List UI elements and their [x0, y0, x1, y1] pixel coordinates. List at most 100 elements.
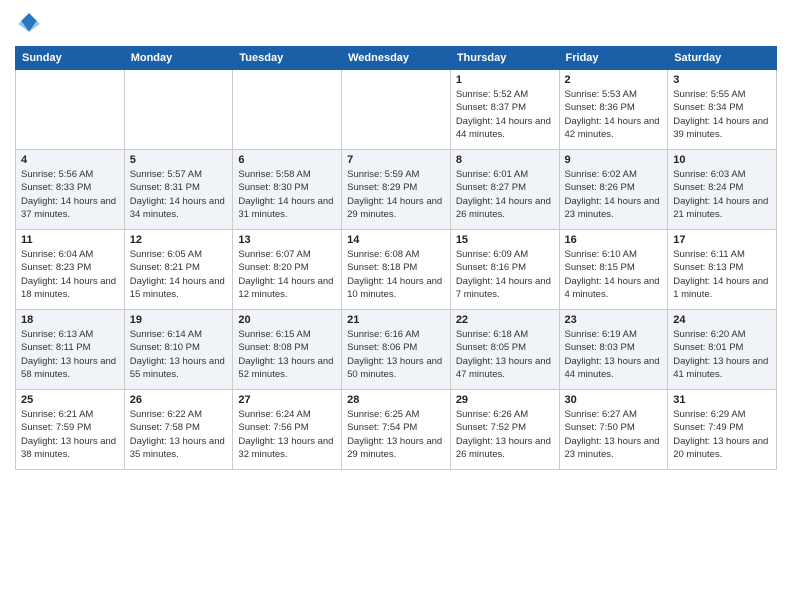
day-number: 28 — [347, 394, 445, 406]
day-cell: 11 Sunrise: 6:04 AMSunset: 8:23 PMDayligh… — [16, 230, 125, 310]
day-number: 11 — [21, 234, 119, 246]
week-row-3: 11 Sunrise: 6:04 AMSunset: 8:23 PMDayligh… — [16, 230, 777, 310]
day-number: 5 — [130, 154, 228, 166]
logo — [15, 10, 47, 38]
day-number: 18 — [21, 314, 119, 326]
day-info: Sunrise: 6:13 AMSunset: 8:11 PMDaylight:… — [21, 328, 119, 381]
day-info: Sunrise: 6:18 AMSunset: 8:05 PMDaylight:… — [456, 328, 554, 381]
day-info: Sunrise: 5:59 AMSunset: 8:29 PMDaylight:… — [347, 168, 445, 221]
day-number: 29 — [456, 394, 554, 406]
day-number: 21 — [347, 314, 445, 326]
day-cell: 14 Sunrise: 6:08 AMSunset: 8:18 PMDayligh… — [342, 230, 451, 310]
day-cell: 8Sunrise: 6:01 AMSunset: 8:27 PMDaylight… — [450, 150, 559, 230]
day-number: 13 — [238, 234, 336, 246]
day-info: Sunrise: 6:05 AMSunset: 8:21 PMDaylight:… — [130, 248, 228, 301]
day-number: 6 — [238, 154, 336, 166]
day-number: 1 — [456, 74, 554, 86]
day-number: 15 — [456, 234, 554, 246]
day-cell: 26 Sunrise: 6:22 AMSunset: 7:58 PMDayligh… — [124, 390, 233, 470]
week-row-4: 18 Sunrise: 6:13 AMSunset: 8:11 PMDayligh… — [16, 310, 777, 390]
day-info: Sunrise: 6:09 AMSunset: 8:16 PMDaylight:… — [456, 248, 554, 301]
day-info: Sunrise: 6:29 AMSunset: 7:49 PMDaylight:… — [673, 408, 771, 461]
day-info: Sunrise: 6:19 AMSunset: 8:03 PMDaylight:… — [565, 328, 663, 381]
day-info: Sunrise: 5:52 AMSunset: 8:37 PMDaylight:… — [456, 88, 554, 141]
day-cell: 4 Sunrise: 5:56 AMSunset: 8:33 PMDaylight… — [16, 150, 125, 230]
day-number: 12 — [130, 234, 228, 246]
day-number: 20 — [238, 314, 336, 326]
logo-icon — [15, 10, 43, 38]
day-cell — [342, 70, 451, 150]
day-number: 7 — [347, 154, 445, 166]
day-info: Sunrise: 6:07 AMSunset: 8:20 PMDaylight:… — [238, 248, 336, 301]
week-row-5: 25Sunrise: 6:21 AMSunset: 7:59 PMDayligh… — [16, 390, 777, 470]
day-info: Sunrise: 6:03 AMSunset: 8:24 PMDaylight:… — [673, 168, 771, 221]
day-number: 31 — [673, 394, 771, 406]
calendar-table: SundayMondayTuesdayWednesdayThursdayFrid… — [15, 46, 777, 470]
day-cell: 7 Sunrise: 5:59 AMSunset: 8:29 PMDaylight… — [342, 150, 451, 230]
weekday-header-monday: Monday — [124, 47, 233, 70]
weekday-header-saturday: Saturday — [668, 47, 777, 70]
day-info: Sunrise: 6:20 AMSunset: 8:01 PMDaylight:… — [673, 328, 771, 381]
weekday-header-tuesday: Tuesday — [233, 47, 342, 70]
day-number: 4 — [21, 154, 119, 166]
day-cell: 13 Sunrise: 6:07 AMSunset: 8:20 PMDayligh… — [233, 230, 342, 310]
day-cell: 6 Sunrise: 5:58 AMSunset: 8:30 PMDaylight… — [233, 150, 342, 230]
day-cell: 18 Sunrise: 6:13 AMSunset: 8:11 PMDayligh… — [16, 310, 125, 390]
day-cell: 20 Sunrise: 6:15 AMSunset: 8:08 PMDayligh… — [233, 310, 342, 390]
day-cell: 10 Sunrise: 6:03 AMSunset: 8:24 PMDayligh… — [668, 150, 777, 230]
day-cell: 17 Sunrise: 6:11 AMSunset: 8:13 PMDayligh… — [668, 230, 777, 310]
day-cell: 9 Sunrise: 6:02 AMSunset: 8:26 PMDaylight… — [559, 150, 668, 230]
day-cell: 23 Sunrise: 6:19 AMSunset: 8:03 PMDayligh… — [559, 310, 668, 390]
day-number: 16 — [565, 234, 663, 246]
day-number: 27 — [238, 394, 336, 406]
day-number: 19 — [130, 314, 228, 326]
day-number: 17 — [673, 234, 771, 246]
weekday-header-thursday: Thursday — [450, 47, 559, 70]
day-info: Sunrise: 5:56 AMSunset: 8:33 PMDaylight:… — [21, 168, 119, 221]
day-cell: 30 Sunrise: 6:27 AMSunset: 7:50 PMDayligh… — [559, 390, 668, 470]
day-cell: 21 Sunrise: 6:16 AMSunset: 8:06 PMDayligh… — [342, 310, 451, 390]
day-number: 30 — [565, 394, 663, 406]
day-info: Sunrise: 6:25 AMSunset: 7:54 PMDaylight:… — [347, 408, 445, 461]
day-info: Sunrise: 6:15 AMSunset: 8:08 PMDaylight:… — [238, 328, 336, 381]
day-number: 10 — [673, 154, 771, 166]
day-info: Sunrise: 5:53 AMSunset: 8:36 PMDaylight:… — [565, 88, 663, 141]
day-cell: 24 Sunrise: 6:20 AMSunset: 8:01 PMDayligh… — [668, 310, 777, 390]
day-number: 24 — [673, 314, 771, 326]
day-cell: 22Sunrise: 6:18 AMSunset: 8:05 PMDayligh… — [450, 310, 559, 390]
day-number: 14 — [347, 234, 445, 246]
day-info: Sunrise: 6:04 AMSunset: 8:23 PMDaylight:… — [21, 248, 119, 301]
day-info: Sunrise: 6:26 AMSunset: 7:52 PMDaylight:… — [456, 408, 554, 461]
day-cell: 12 Sunrise: 6:05 AMSunset: 8:21 PMDayligh… — [124, 230, 233, 310]
day-number: 23 — [565, 314, 663, 326]
day-cell — [16, 70, 125, 150]
day-info: Sunrise: 6:21 AMSunset: 7:59 PMDaylight:… — [21, 408, 119, 461]
weekday-header-row: SundayMondayTuesdayWednesdayThursdayFrid… — [16, 47, 777, 70]
day-cell: 3Sunrise: 5:55 AMSunset: 8:34 PMDaylight… — [668, 70, 777, 150]
day-info: Sunrise: 5:57 AMSunset: 8:31 PMDaylight:… — [130, 168, 228, 221]
weekday-header-sunday: Sunday — [16, 47, 125, 70]
day-cell: 19 Sunrise: 6:14 AMSunset: 8:10 PMDayligh… — [124, 310, 233, 390]
day-info: Sunrise: 5:58 AMSunset: 8:30 PMDaylight:… — [238, 168, 336, 221]
weekday-header-wednesday: Wednesday — [342, 47, 451, 70]
day-number: 3 — [673, 74, 771, 86]
day-info: Sunrise: 6:08 AMSunset: 8:18 PMDaylight:… — [347, 248, 445, 301]
day-number: 26 — [130, 394, 228, 406]
day-cell: 27 Sunrise: 6:24 AMSunset: 7:56 PMDayligh… — [233, 390, 342, 470]
day-cell — [233, 70, 342, 150]
day-cell: 29 Sunrise: 6:26 AMSunset: 7:52 PMDayligh… — [450, 390, 559, 470]
day-info: Sunrise: 6:01 AMSunset: 8:27 PMDaylight:… — [456, 168, 554, 221]
day-number: 9 — [565, 154, 663, 166]
day-cell: 25Sunrise: 6:21 AMSunset: 7:59 PMDayligh… — [16, 390, 125, 470]
day-info: Sunrise: 6:24 AMSunset: 7:56 PMDaylight:… — [238, 408, 336, 461]
day-cell: 5 Sunrise: 5:57 AMSunset: 8:31 PMDaylight… — [124, 150, 233, 230]
day-info: Sunrise: 6:11 AMSunset: 8:13 PMDaylight:… — [673, 248, 771, 301]
day-info: Sunrise: 6:02 AMSunset: 8:26 PMDaylight:… — [565, 168, 663, 221]
day-cell: 15 Sunrise: 6:09 AMSunset: 8:16 PMDayligh… — [450, 230, 559, 310]
day-info: Sunrise: 6:16 AMSunset: 8:06 PMDaylight:… — [347, 328, 445, 381]
day-info: Sunrise: 6:22 AMSunset: 7:58 PMDaylight:… — [130, 408, 228, 461]
day-info: Sunrise: 6:27 AMSunset: 7:50 PMDaylight:… — [565, 408, 663, 461]
day-cell: 28 Sunrise: 6:25 AMSunset: 7:54 PMDayligh… — [342, 390, 451, 470]
day-info: Sunrise: 6:14 AMSunset: 8:10 PMDaylight:… — [130, 328, 228, 381]
week-row-2: 4 Sunrise: 5:56 AMSunset: 8:33 PMDaylight… — [16, 150, 777, 230]
